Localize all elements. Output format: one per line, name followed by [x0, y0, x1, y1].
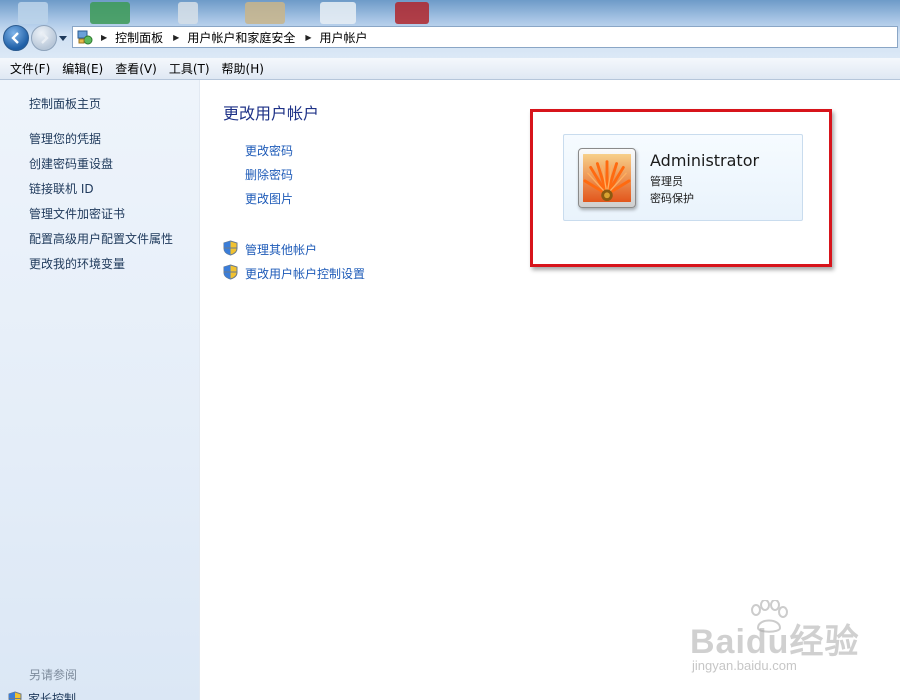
- breadcrumb-separator-icon: ▶: [101, 32, 108, 42]
- remove-password-link[interactable]: 删除密码: [245, 166, 293, 183]
- menu-edit[interactable]: 编辑(E): [56, 60, 109, 77]
- back-button[interactable]: [3, 25, 29, 51]
- uac-shield-icon: [8, 691, 22, 700]
- taskbar-thumbnail-icon: [178, 2, 198, 24]
- page-title: 更改用户帐户: [223, 104, 320, 123]
- taskbar-thumbnail-icon: [245, 2, 285, 24]
- menu-view[interactable]: 查看(V): [109, 60, 163, 77]
- history-dropdown-icon[interactable]: [59, 34, 67, 42]
- manage-file-encryption-certificates-link[interactable]: 管理文件加密证书: [29, 205, 125, 222]
- control-panel-icon: [77, 30, 93, 45]
- breadcrumb-control-panel[interactable]: 控制面板: [115, 29, 163, 46]
- taskbar-thumbnail-icon: [90, 2, 130, 24]
- menu-tools[interactable]: 工具(T): [163, 60, 216, 77]
- arrow-left-icon: [11, 32, 19, 44]
- see-also-heading: 另请参阅: [29, 668, 78, 682]
- uac-shield-icon: [223, 264, 238, 280]
- breadcrumb-separator-icon[interactable]: ▶: [305, 33, 311, 42]
- link-online-id-link[interactable]: 链接联机 ID: [29, 180, 94, 197]
- control-panel-home-link[interactable]: 控制面板主页: [29, 95, 101, 112]
- configure-advanced-profile-properties-link[interactable]: 配置高级用户配置文件属性: [29, 230, 173, 247]
- menu-help[interactable]: 帮助(H): [216, 60, 270, 77]
- title-bar: ▶ 控制面板 ▶ 用户帐户和家庭安全 ▶ 用户帐户: [0, 0, 900, 58]
- breadcrumb-separator-icon[interactable]: ▶: [173, 33, 179, 42]
- create-password-reset-disk-link[interactable]: 创建密码重设盘: [29, 155, 113, 172]
- manage-credentials-link[interactable]: 管理您的凭据: [29, 130, 101, 147]
- parental-controls-label: 家长控制: [28, 692, 77, 700]
- annotation-highlight-box: [530, 109, 832, 267]
- uac-shield-icon: [223, 240, 238, 256]
- parental-controls-link[interactable]: 家长控制: [8, 690, 76, 700]
- change-uac-settings-link[interactable]: 更改用户帐户控制设置: [245, 265, 365, 282]
- watermark: Baidu经验 jingyan.baidu.com: [690, 600, 890, 690]
- menu-bar: 文件(F) 编辑(E) 查看(V) 工具(T) 帮助(H): [0, 58, 900, 80]
- address-bar[interactable]: ▶ 控制面板 ▶ 用户帐户和家庭安全 ▶ 用户帐户: [72, 26, 898, 48]
- manage-other-accounts-link[interactable]: 管理其他帐户: [245, 241, 317, 258]
- left-nav-pane: 控制面板主页 管理您的凭据 创建密码重设盘 链接联机 ID 管理文件加密证书 配…: [0, 80, 200, 700]
- arrow-right-icon: [41, 32, 49, 44]
- change-password-link[interactable]: 更改密码: [245, 142, 293, 159]
- taskbar-thumbnail-icon: [18, 2, 48, 24]
- taskbar-thumbnail-icon: [395, 2, 429, 24]
- breadcrumb-user-accounts-family[interactable]: 用户帐户和家庭安全: [187, 29, 295, 46]
- breadcrumb-user-accounts[interactable]: 用户帐户: [320, 29, 368, 46]
- taskbar-thumbnail-icon: [320, 2, 356, 24]
- menu-file[interactable]: 文件(F): [4, 60, 56, 77]
- change-picture-link[interactable]: 更改图片: [245, 190, 293, 207]
- forward-button[interactable]: [31, 25, 57, 51]
- watermark-url: jingyan.baidu.com: [692, 658, 797, 673]
- watermark-text: Baidu经验: [690, 623, 860, 661]
- change-environment-variables-link[interactable]: 更改我的环境变量: [29, 255, 125, 272]
